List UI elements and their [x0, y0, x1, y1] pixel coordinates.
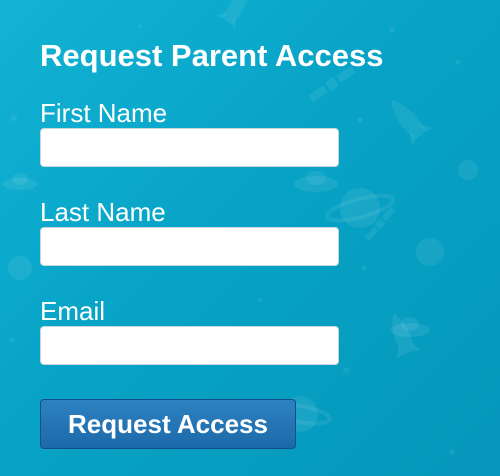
rocket-icon	[215, 0, 249, 30]
star-icon	[449, 449, 455, 455]
last-name-input[interactable]	[40, 227, 339, 266]
first-name-label: First Name	[40, 98, 168, 128]
planet-icon	[8, 256, 32, 280]
ufo-icon	[2, 173, 38, 190]
parent-access-form: Request Parent Access First Name Last Na…	[40, 36, 460, 449]
request-access-button[interactable]: Request Access	[40, 399, 296, 449]
star-icon	[138, 24, 142, 28]
star-icon	[11, 115, 17, 121]
email-input[interactable]	[40, 326, 339, 365]
first-name-input[interactable]	[40, 128, 339, 167]
page-title: Request Parent Access	[40, 38, 384, 73]
email-label: Email	[40, 296, 106, 326]
star-icon	[389, 27, 395, 33]
star-icon	[9, 337, 15, 343]
planet-icon	[458, 160, 478, 180]
last-name-label: Last Name	[40, 197, 166, 227]
